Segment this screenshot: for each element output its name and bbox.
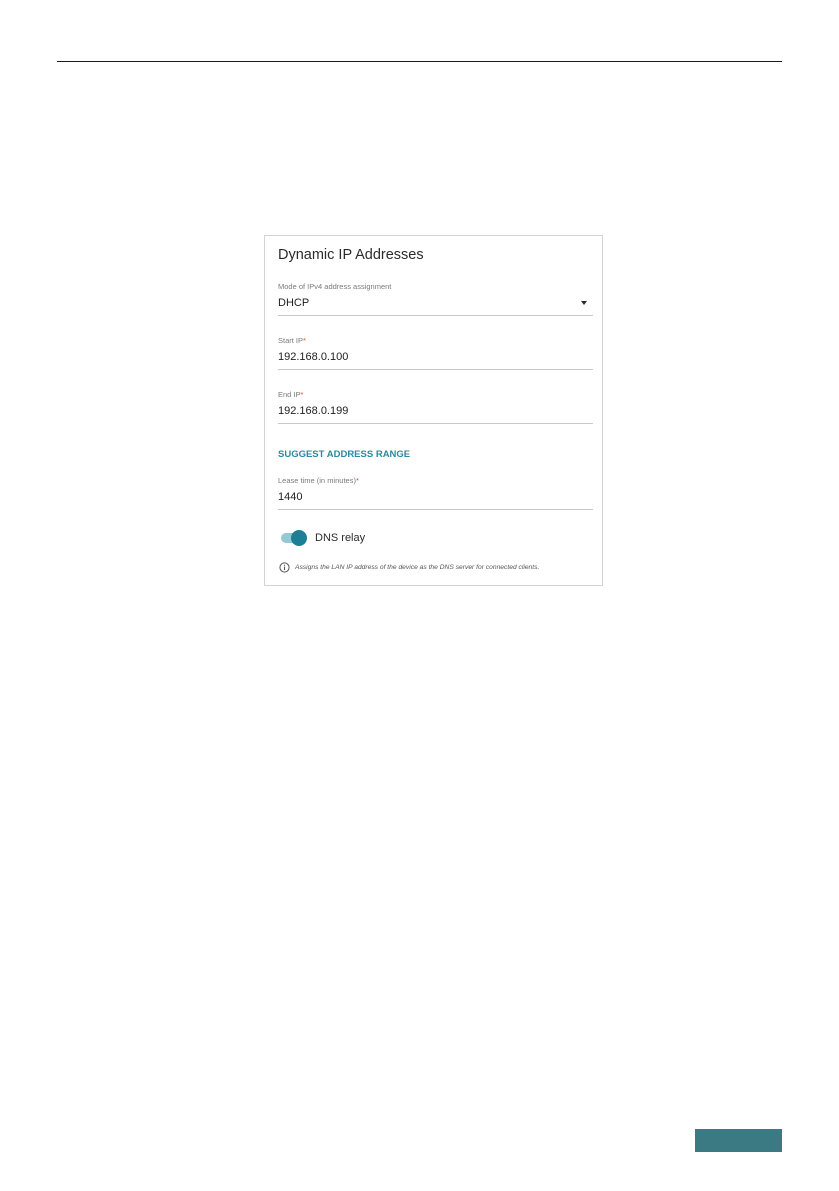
dns-relay-toggle[interactable] (281, 530, 307, 546)
end-ip-input[interactable]: 192.168.0.199 (278, 404, 593, 418)
required-mark: * (300, 390, 304, 399)
info-icon (279, 562, 290, 573)
mode-value[interactable]: DHCP (278, 296, 593, 310)
suggest-address-range-button[interactable]: SUGGEST ADDRESS RANGE (278, 449, 410, 460)
end-ip-underline (278, 423, 593, 424)
mode-selected-option: DHCP (278, 297, 310, 309)
dns-relay-label: DNS relay (315, 532, 366, 544)
mode-underline (278, 315, 593, 316)
lease-time-label: Lease time (in minutes)* (278, 476, 359, 485)
dns-relay-row: DNS relay (281, 530, 365, 546)
card-title: Dynamic IP Addresses (278, 247, 424, 263)
dns-relay-hint: Assigns the LAN IP address of the device… (279, 562, 539, 573)
mode-label: Mode of IPv4 address assignment (278, 282, 392, 291)
dynamic-ip-card: Dynamic IP Addresses Mode of IPv4 addres… (264, 235, 603, 586)
start-ip-underline (278, 369, 593, 370)
lease-time-underline (278, 509, 593, 510)
end-ip-label: End IP* (278, 390, 304, 399)
start-ip-field[interactable]: Start IP* 192.168.0.100 (278, 336, 593, 370)
lease-time-field[interactable]: Lease time (in minutes)* 1440 (278, 476, 593, 510)
header-rule (57, 61, 782, 62)
lease-time-input[interactable]: 1440 (278, 490, 593, 504)
mode-select[interactable]: Mode of IPv4 address assignment DHCP (278, 282, 593, 316)
start-ip-label: Start IP* (278, 336, 306, 345)
required-mark: * (355, 476, 359, 485)
start-ip-input[interactable]: 192.168.0.100 (278, 350, 593, 364)
chevron-down-icon[interactable] (581, 301, 587, 305)
required-mark: * (303, 336, 306, 345)
footer-page-tab (695, 1129, 782, 1152)
toggle-thumb (291, 530, 307, 546)
hint-text: Assigns the LAN IP address of the device… (295, 564, 540, 571)
end-ip-field[interactable]: End IP* 192.168.0.199 (278, 390, 593, 424)
